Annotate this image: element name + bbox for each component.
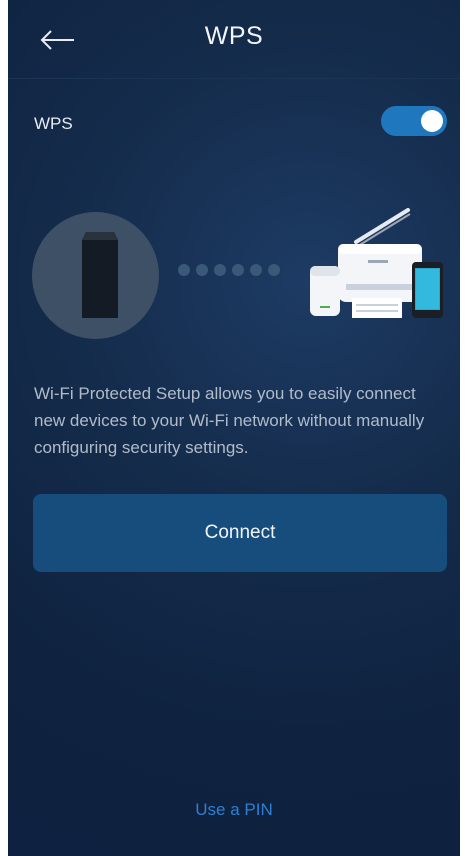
wps-description: Wi-Fi Protected Setup allows you to easi… <box>34 384 425 457</box>
dot <box>232 264 244 276</box>
header: WPS <box>8 0 460 79</box>
dot <box>178 264 190 276</box>
connection-dots <box>178 264 288 278</box>
dot <box>196 264 208 276</box>
dot <box>268 264 280 276</box>
devices-icon <box>310 208 443 318</box>
wps-toggle[interactable] <box>381 106 447 136</box>
wps-label: WPS <box>34 114 73 133</box>
dot <box>250 264 262 276</box>
connect-button-label: Connect <box>204 522 276 543</box>
wps-illustration <box>8 200 460 350</box>
use-pin-link[interactable]: Use a PIN <box>8 800 460 820</box>
page-title: WPS <box>204 22 264 50</box>
connect-button[interactable]: Connect <box>33 494 447 572</box>
router-icon <box>82 232 118 318</box>
wps-screen: WPS WPS Wi-Fi Protected Setup allows you… <box>8 0 460 856</box>
router-circle <box>32 212 159 339</box>
toggle-knob <box>421 110 443 132</box>
dot <box>214 264 226 276</box>
